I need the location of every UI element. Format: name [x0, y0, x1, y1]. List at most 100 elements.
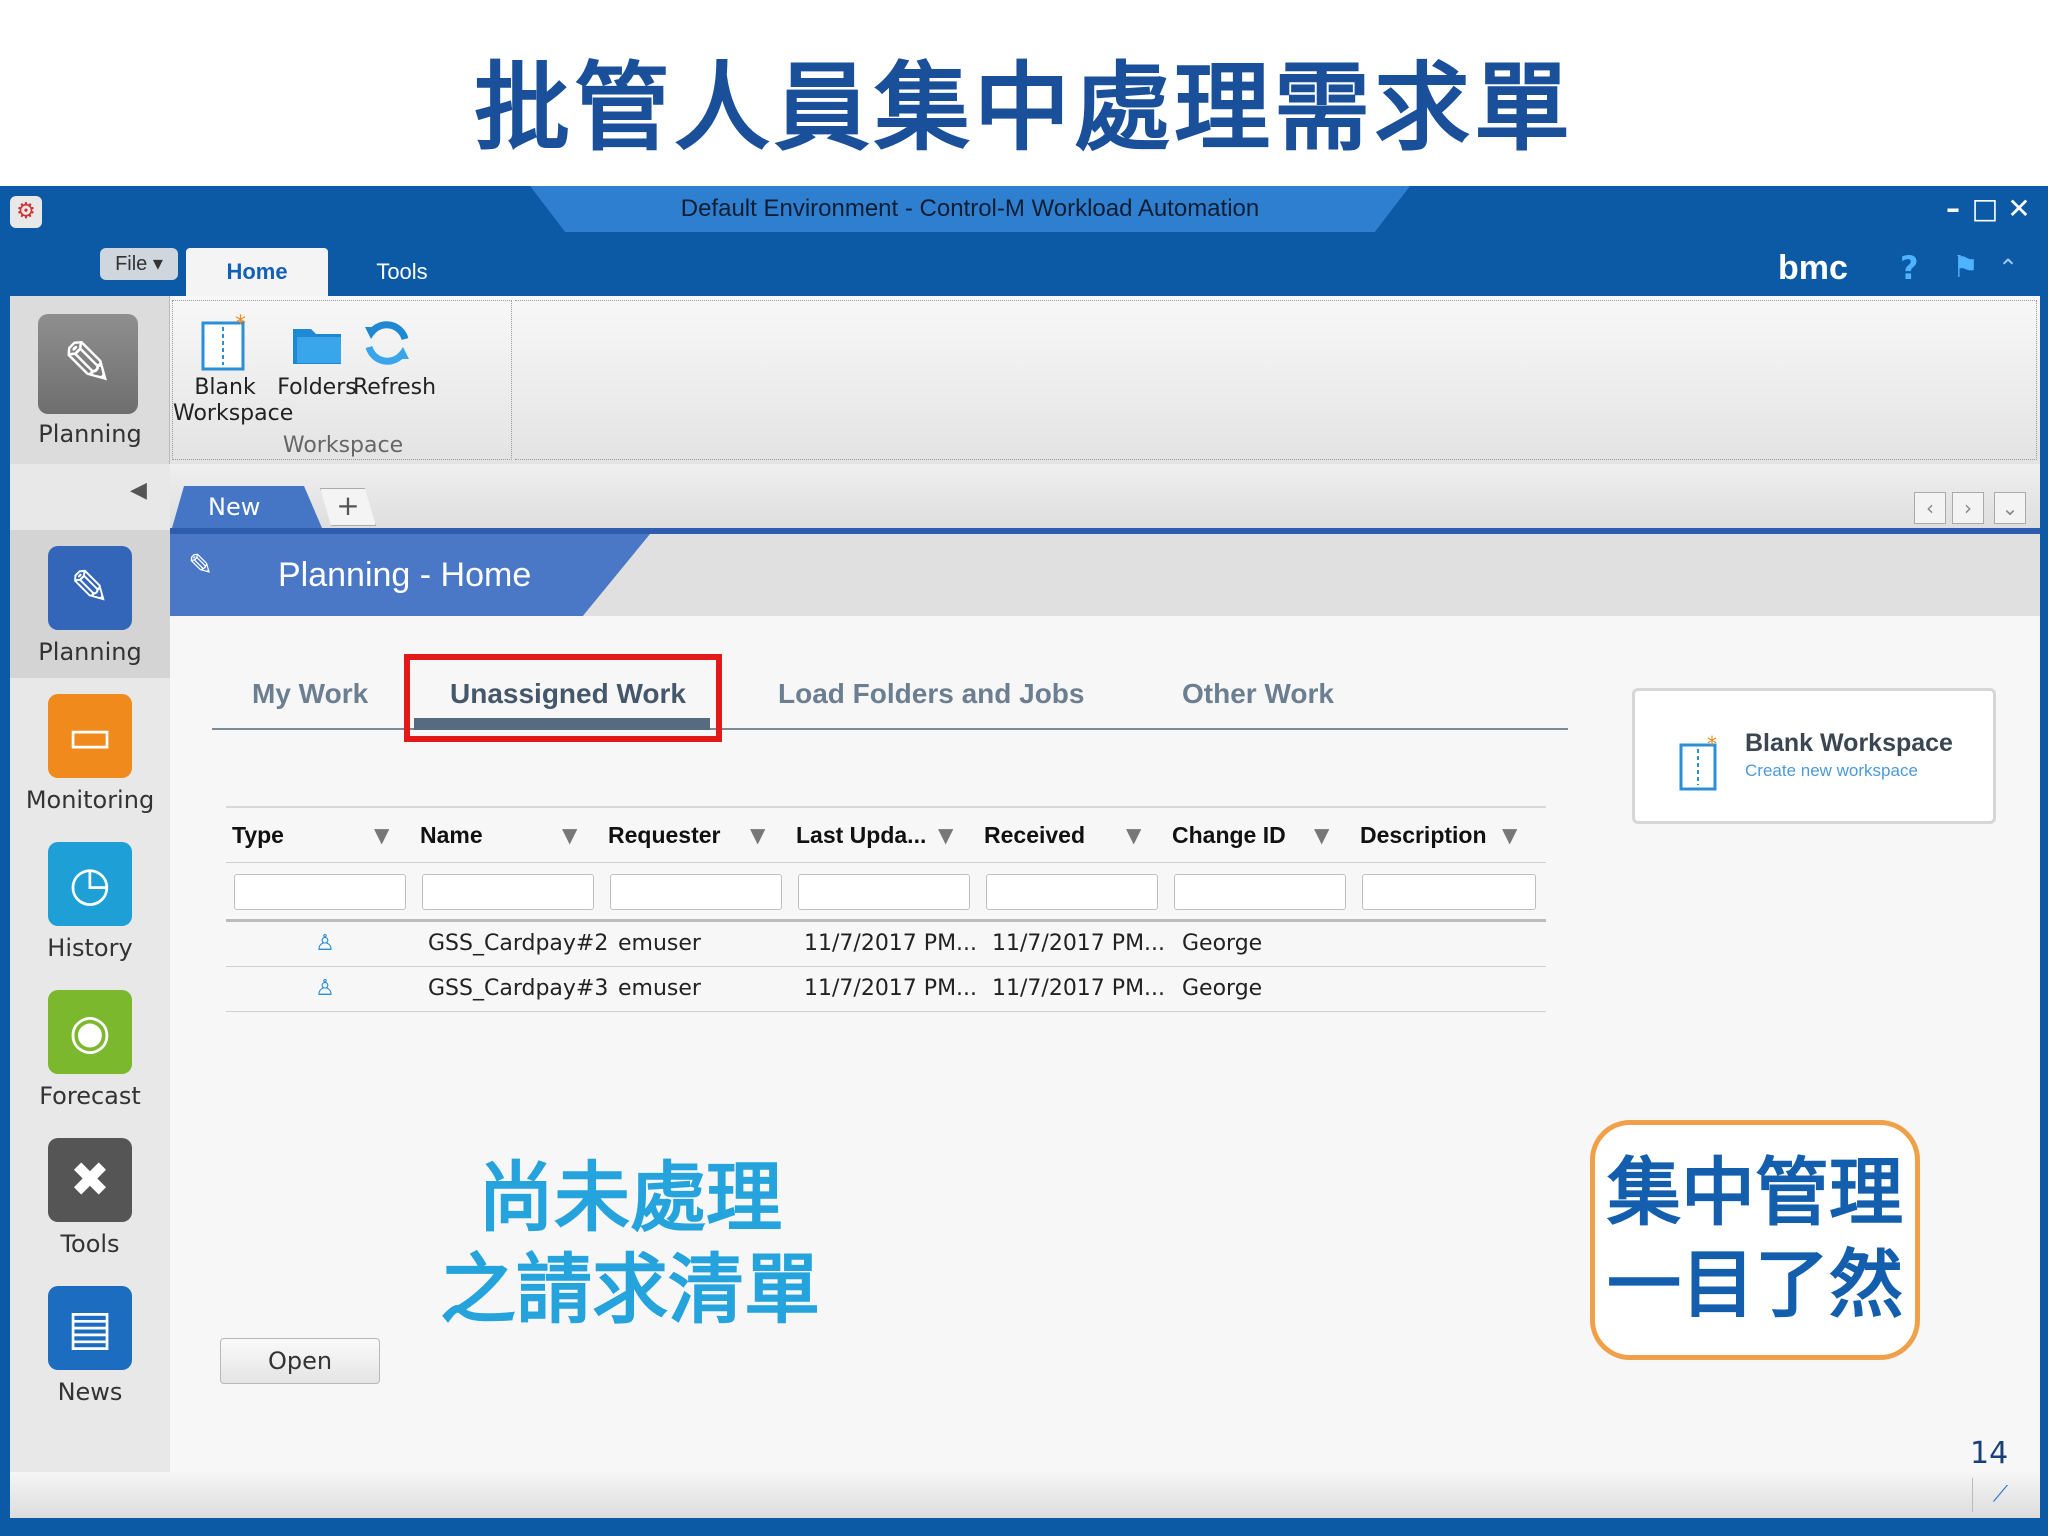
ribbon-planning-section[interactable]: ✎ Planning	[10, 296, 170, 464]
col-header-type[interactable]: Type	[232, 814, 284, 856]
nav-news[interactable]: News	[10, 1378, 170, 1406]
requests-grid: Type ▼ Name ▼ Requester ▼ Last Upda... ▼…	[226, 806, 1546, 1016]
folders-button[interactable]: Folders	[277, 375, 357, 401]
blank-workspace-card[interactable]: * Blank Workspace Create new workspace	[1632, 688, 1996, 824]
nav-tools[interactable]: Tools	[10, 1230, 170, 1258]
filter-icon[interactable]: ▼	[562, 816, 586, 854]
annotation-right-text: 集中管理 一目了然	[1595, 1147, 1915, 1331]
filter-input-received[interactable]	[986, 874, 1158, 910]
filter-icon[interactable]: ▼	[750, 816, 774, 854]
doc-tab-new[interactable]: New	[172, 486, 322, 528]
table-row[interactable]: ♙ GSS_Cardpay#3 emuser 11/7/2017 PM... 1…	[226, 967, 1546, 1011]
tab-home[interactable]: Home	[186, 248, 328, 296]
cell-received: 11/7/2017 PM...	[992, 976, 1166, 1001]
cell-change-id: George	[1182, 931, 1263, 956]
nav-planning[interactable]: Planning	[10, 638, 170, 666]
app-window: ⚙ Default Environment - Control-M Worklo…	[0, 186, 2048, 1536]
slide-title: 批管人員集中處理需求單	[474, 52, 1574, 164]
header-divider	[226, 862, 1546, 863]
pencil-icon: ✎	[188, 548, 214, 583]
table-row[interactable]: ♙ GSS_Cardpay#2 emuser 11/7/2017 PM... 1…	[226, 922, 1546, 966]
folders-icon	[287, 313, 347, 373]
open-button[interactable]: Open	[220, 1338, 380, 1384]
maximize-icon[interactable]: □	[1968, 192, 2002, 226]
cell-name: GSS_Cardpay#3	[428, 976, 608, 1001]
workspace-group-label: Workspace	[282, 433, 404, 458]
col-header-received[interactable]: Received	[984, 814, 1085, 856]
blank-card-title: Blank Workspace	[1745, 729, 1953, 757]
cell-requester: emuser	[618, 976, 701, 1001]
app-icon[interactable]: ⚙	[10, 196, 42, 228]
cell-change-id: George	[1182, 976, 1263, 1001]
tab-other-work[interactable]: Other Work	[1182, 672, 1334, 716]
pencil-icon[interactable]: ✎	[48, 546, 132, 630]
refresh-icon	[357, 313, 417, 373]
close-icon[interactable]: ✕	[2002, 192, 2036, 226]
filter-icon[interactable]: ▼	[938, 816, 962, 854]
pin-icon[interactable]: ⚑	[1952, 248, 1986, 288]
tab-my-work[interactable]: My Work	[252, 672, 368, 716]
col-header-description[interactable]: Description	[1360, 814, 1487, 856]
scroll-left-icon[interactable]: ‹	[1914, 492, 1946, 524]
ribbon-planning-label: Planning	[38, 420, 142, 448]
cell-requester: emuser	[618, 931, 701, 956]
filter-input-last-updated[interactable]	[798, 874, 970, 910]
cell-description	[1366, 922, 1542, 966]
page-number: 14	[1970, 1436, 2009, 1471]
ribbon: ✎ Planning * Blank Workspace Folders Ref…	[10, 296, 2040, 464]
status-bar: ⟋	[10, 1472, 2040, 1518]
filter-input-type[interactable]	[234, 874, 406, 910]
blank-workspace-button[interactable]: Blank Workspace	[173, 375, 294, 427]
user-icon: ♙	[315, 931, 335, 956]
col-header-last-updated[interactable]: Last Upda...	[796, 814, 926, 856]
filter-icon[interactable]: ▼	[1314, 816, 1338, 854]
filter-input-requester[interactable]	[610, 874, 782, 910]
blank-workspace-icon: *	[195, 312, 255, 373]
scroll-right-icon[interactable]: ›	[1952, 492, 1984, 524]
grid-top-border	[226, 806, 1546, 808]
title-bar: ⚙ Default Environment - Control-M Worklo…	[0, 186, 2048, 232]
nav-monitoring[interactable]: Monitoring	[10, 786, 170, 814]
col-header-requester[interactable]: Requester	[608, 814, 720, 856]
highlight-box	[404, 654, 722, 742]
nav-forecast[interactable]: Forecast	[10, 1082, 170, 1110]
ribbon-empty-area	[515, 300, 2037, 460]
filter-icon[interactable]: ▼	[1126, 816, 1150, 854]
col-header-change-id[interactable]: Change ID	[1172, 814, 1286, 856]
tab-list-chevron-icon[interactable]: ⌄	[1994, 492, 2026, 524]
cell-last-updated: 11/7/2017 PM...	[804, 931, 978, 956]
status-icon[interactable]: ⟋	[1972, 1478, 2028, 1512]
help-icon[interactable]: ?	[1900, 248, 1930, 288]
tab-load-folders-and-jobs[interactable]: Load Folders and Jobs	[778, 672, 1084, 716]
refresh-button[interactable]: Refresh	[353, 375, 436, 401]
forecast-icon[interactable]: ◉	[48, 990, 132, 1074]
filter-input-change-id[interactable]	[1174, 874, 1346, 910]
blank-workspace-icon: *	[1677, 732, 1725, 793]
annotation-left: 尚未處理 之請求清單	[370, 1152, 890, 1336]
news-icon[interactable]: ▤	[48, 1286, 132, 1370]
annotation-left-line2: 之請求清單	[440, 1245, 820, 1334]
blank-label-2: Workspace	[173, 401, 294, 426]
pencil-icon: ✎	[38, 314, 138, 414]
minimize-icon[interactable]: –	[1936, 192, 1970, 226]
filter-input-name[interactable]	[422, 874, 594, 910]
history-icon[interactable]: ◷	[48, 842, 132, 926]
file-menu-button[interactable]: File ▾	[100, 248, 178, 280]
blank-label-1: Blank	[194, 375, 256, 400]
col-header-name[interactable]: Name	[420, 814, 483, 856]
nav-collapse-icon[interactable]: ◀	[130, 478, 160, 508]
nav-history[interactable]: History	[10, 934, 170, 962]
filter-icon[interactable]: ▼	[374, 816, 398, 854]
left-nav: ◀ ✎ Planning ▭ Monitoring ◷ History ◉ Fo…	[10, 464, 170, 1474]
planning-header-title: Planning - Home	[278, 556, 532, 594]
collapse-ribbon-icon[interactable]: ⌃	[1998, 248, 2028, 288]
cell-received: 11/7/2017 PM...	[992, 931, 1166, 956]
monitor-icon[interactable]: ▭	[48, 694, 132, 778]
tab-tools[interactable]: Tools	[340, 248, 464, 296]
blank-card-subtitle: Create new workspace	[1745, 761, 1918, 780]
tools-icon[interactable]: ✖	[48, 1138, 132, 1222]
filter-icon[interactable]: ▼	[1502, 816, 1526, 854]
filter-input-description[interactable]	[1362, 874, 1536, 910]
document-tab-strip	[170, 464, 2040, 528]
window-title: Default Environment - Control-M Workload…	[680, 195, 1260, 222]
